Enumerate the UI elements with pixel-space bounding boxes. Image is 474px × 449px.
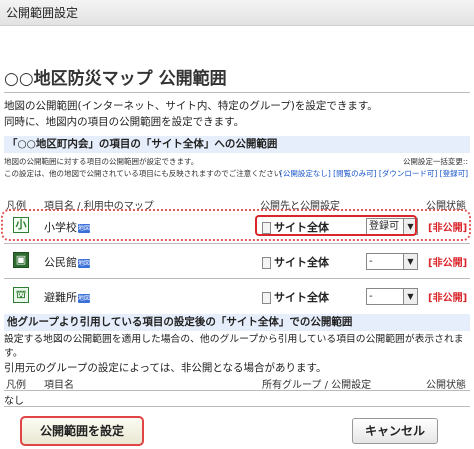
status-badge: [非公開] [428,293,468,304]
section-description: 設定する地図の公開範囲を適用した場合の、他のグループから引用している項目の公開範… [4,333,470,375]
column-header: 所有グループ / 公開設定 [262,380,372,391]
note-text: 地図の公開範囲に対する項目の公開範囲が設定できます。 [4,157,199,166]
map-badge-icon[interactable]: 地図 [78,223,90,233]
description-line: 設定する地図の公開範囲を適用した場合の、他のグループから引用している項目の公開範… [4,334,464,359]
chevron-down-icon: ▼ [403,289,417,304]
column-header: 公開状態 [426,380,466,391]
map-badge-icon[interactable]: 地図 [78,258,90,268]
column-header: 凡例 [6,380,26,391]
description-line: 引用元のグループの設定によっては、非公開となる場合があります。 [4,362,327,374]
page-description: 地図の公開範囲(インターネット、サイト内、特定のグループ)を設定できます。 同時… [4,98,470,130]
item-name: 公民館地図 [44,256,91,269]
window-title: 公開範囲設定 [0,0,474,26]
set-scope-button[interactable]: 公開範囲を設定 [20,416,144,446]
scope-label: サイト全体 [262,254,329,270]
document-icon [262,292,271,304]
item-name: 小学校地図 [44,221,91,234]
bulk-link-none[interactable]: [公開設定なし] [280,169,331,178]
table-row: ⛫ 避難所地図 サイト全体 - ▼ [非公開] [4,281,470,311]
bulk-link-register[interactable]: [登録可] [440,169,468,178]
table-row: ▣ 公民館地図 サイト全体 - ▼ [非公開] [4,246,470,276]
description-line: 地図の公開範囲(インターネット、サイト内、特定のグループ)を設定できます。 [4,100,378,112]
bulk-link-download[interactable]: [ダウンロード可] [379,169,437,178]
section-heading: 「○○地区町内会」の項目の「サイト全体」への公開範囲 [4,136,470,153]
cancel-button[interactable]: キャンセル [352,418,438,444]
column-header: 項目名 [44,380,74,391]
status-badge: [非公開] [428,223,468,234]
scope-label: サイト全体 [262,289,329,305]
row-divider [4,243,470,244]
row-divider [4,390,470,391]
shelter-icon: ⛫ [13,287,29,303]
row-divider [4,278,470,279]
school-icon: 小 [13,217,29,233]
highlight-field-outline [255,215,417,236]
status-badge: [非公開] [428,258,468,269]
empty-message: なし [4,396,24,407]
description-line: 同時に、地図内の項目の公開範囲を設定できます。 [4,116,245,128]
community-hall-icon: ▣ [13,252,29,268]
map-badge-icon[interactable]: 地図 [78,293,90,303]
bulk-link-view[interactable]: [閲覧のみ可] [333,169,376,178]
section-notes: 地図の公開範囲に対する項目の公開範囲が設定できます。 公開設定一括変更:: この… [4,156,470,180]
row-divider [4,406,470,407]
table-header: 凡例 項目名 所有グループ / 公開設定 公開状態 [4,376,470,391]
document-icon [262,257,271,269]
permission-select[interactable]: - ▼ [366,253,418,270]
chevron-down-icon: ▼ [403,254,417,269]
page-title: ○○地区防災マップ 公開範囲 [4,69,227,89]
title-divider [4,92,470,93]
note-text: この設定は、他の地図で公開されている項目にも反映されますのでご注意ください [4,169,282,178]
item-name: 避難所地図 [44,291,91,304]
bulk-change-label: 公開設定一括変更:: [402,157,468,166]
permission-select[interactable]: - ▼ [366,288,418,305]
section-heading: 他グループより引用している項目の設定後の「サイト全体」での公開範囲 [4,314,470,331]
